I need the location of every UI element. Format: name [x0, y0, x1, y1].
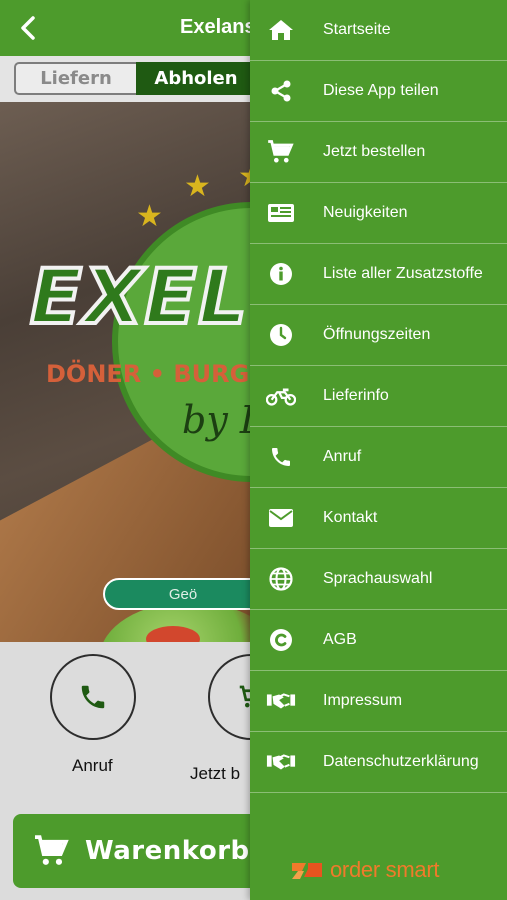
restaurant-script: by D — [182, 398, 250, 442]
menu-item-order[interactable]: Jetzt bestellen — [250, 122, 507, 183]
restaurant-logo-text: EXEL — [28, 250, 249, 343]
cart-label: Warenkorb — [85, 836, 250, 866]
pickup-tab[interactable]: Abholen — [136, 62, 256, 95]
navigation-drawer: Startseite Diese App teilen Jetzt bestel… — [250, 0, 507, 900]
menu-item-label: Neuigkeiten — [323, 204, 408, 221]
menu-item-imprint[interactable]: Impressum — [250, 671, 507, 732]
menu-item-label: Anruf — [323, 448, 362, 465]
menu-item-label: Liste aller Zusatzstoffe — [323, 265, 483, 282]
order-smart-brand-name: order smart — [330, 857, 440, 882]
menu-item-contact[interactable]: Kontakt — [250, 488, 507, 549]
cart-button[interactable]: Warenkorb — [13, 814, 263, 888]
handshake-icon — [266, 749, 296, 775]
envelope-icon — [266, 505, 296, 531]
menu-item-privacy[interactable]: Datenschutzerklärung — [250, 732, 507, 793]
info-icon — [266, 261, 296, 287]
menu-item-label: Kontakt — [323, 509, 378, 526]
menu-item-share[interactable]: Diese App teilen — [250, 61, 507, 122]
menu-item-label: Sprachauswahl — [323, 570, 433, 587]
star-icon: ★ — [184, 170, 211, 203]
menu-item-news[interactable]: Neuigkeiten — [250, 183, 507, 244]
phone-icon — [266, 444, 296, 470]
menu-item-home[interactable]: Startseite — [250, 0, 507, 61]
order-smart-icon — [292, 863, 322, 879]
share-icon — [266, 78, 296, 104]
star-icon: ★ — [238, 162, 250, 192]
back-button[interactable] — [14, 14, 42, 42]
call-action-button[interactable] — [50, 654, 136, 740]
menu-item-label: Öffnungszeiten — [323, 326, 431, 343]
chevron-left-icon — [21, 16, 35, 40]
menu-item-label: Lieferinfo — [323, 387, 389, 404]
menu-item-opening-hours[interactable]: Öffnungszeiten — [250, 305, 507, 366]
menu-item-additives[interactable]: Liste aller Zusatzstoffe — [250, 244, 507, 305]
handshake-icon — [266, 688, 296, 714]
phone-icon — [81, 685, 105, 709]
restaurant-tagline: DÖNER • BURGER — [46, 360, 250, 388]
order-smart-logo: order smart — [290, 856, 439, 884]
menu-item-language[interactable]: Sprachauswahl — [250, 549, 507, 610]
cart-icon — [266, 139, 296, 165]
hero-banner: ★ ★ ★ EXEL DÖNER • BURGER by D — [0, 102, 250, 642]
menu-item-call[interactable]: Anruf — [250, 427, 507, 488]
page-title: Exelans — [180, 16, 256, 38]
motorcycle-icon — [266, 383, 296, 409]
menu-item-label: Startseite — [323, 21, 391, 38]
menu-item-label: Jetzt bestellen — [323, 143, 426, 160]
home-icon — [266, 17, 296, 43]
call-action-label: Anruf — [72, 756, 113, 775]
delivery-tab[interactable]: Liefern — [14, 62, 136, 95]
star-icon: ★ — [136, 200, 163, 233]
quick-actions: Anruf Jetzt b — [0, 642, 294, 802]
menu-item-label: Diese App teilen — [323, 82, 439, 99]
menu-item-terms[interactable]: AGB — [250, 610, 507, 671]
menu-item-label: Datenschutzerklärung — [323, 753, 479, 770]
menu-item-label: Impressum — [323, 692, 403, 709]
globe-icon — [266, 566, 296, 592]
order-action-label: Jetzt b — [190, 764, 241, 783]
copyright-icon — [266, 627, 296, 653]
news-icon — [266, 200, 296, 226]
menu-item-delivery-info[interactable]: Lieferinfo — [250, 366, 507, 427]
cart-icon — [35, 835, 69, 865]
clock-icon — [266, 322, 296, 348]
menu-item-label: AGB — [323, 631, 357, 648]
